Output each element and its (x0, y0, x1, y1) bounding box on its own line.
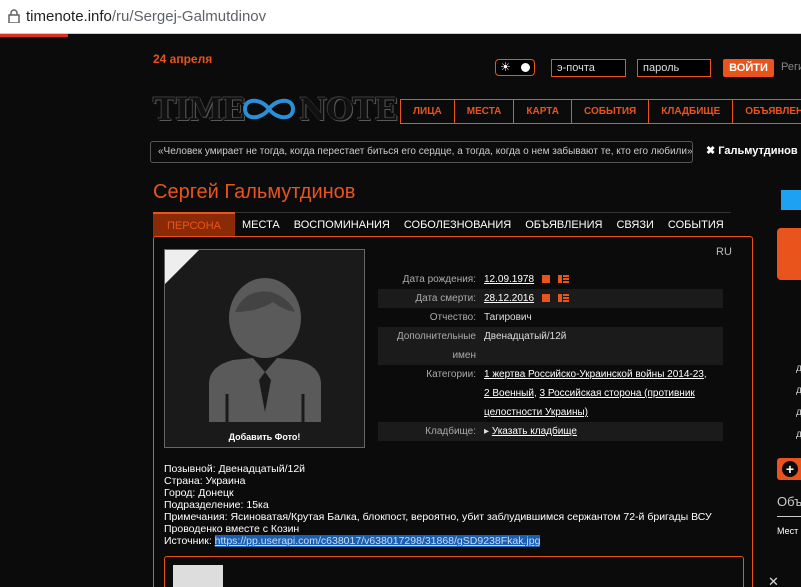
bio-country: Страна: Украина (164, 475, 246, 487)
photo-corner-ribbon (165, 250, 199, 284)
toggle-knob (521, 63, 530, 72)
extra-names-value: Двенадцатый/12й (484, 331, 567, 342)
death-label: Дата смерти: (415, 293, 476, 304)
person-silhouette-icon (209, 278, 321, 422)
tab-events[interactable]: СОБЫТИЯ (660, 212, 731, 237)
side-divider (777, 516, 801, 517)
password-field[interactable] (637, 59, 711, 77)
nav-places[interactable]: МЕСТА (455, 100, 515, 123)
theme-toggle[interactable]: ☀ (495, 59, 535, 76)
photo-placeholder[interactable]: Добавить Фото! (164, 249, 365, 448)
bio-city: Город: Донецк (164, 487, 234, 499)
category-separator: , (703, 369, 707, 380)
death-date-link[interactable]: 28.12.2016 (484, 293, 534, 304)
current-date: 24 апреля (153, 52, 213, 66)
bio-notes: Примечания: Ясиноватая/Крутая Балка, бло… (164, 511, 712, 523)
person-tag-chip[interactable]: ✖ Гальмутдинов С (706, 144, 801, 157)
calendar-icon[interactable] (542, 275, 551, 284)
tab-memories[interactable]: ВОСПОМИНАНИЯ (286, 212, 397, 237)
contact-card-icon[interactable] (558, 294, 570, 303)
register-link[interactable]: Реги (781, 61, 801, 73)
category-separator: , (533, 388, 537, 399)
email-field[interactable] (551, 59, 626, 77)
nav-people[interactable]: ЛИЦА (401, 100, 455, 123)
tab-links[interactable]: СВЯЗИ (609, 212, 661, 237)
main-nav: ЛИЦА МЕСТА КАРТА СОБЫТИЯ КЛАДБИЩЕ ОБЪЯВЛ… (400, 99, 801, 124)
bio-source-link[interactable]: https://pp.userapi.com/c638017/v63801729… (214, 535, 541, 547)
page-title: Сергей Гальмутдинов (153, 181, 356, 203)
logo-text-time: TIME (153, 92, 246, 128)
timenote-logo[interactable]: TIME NOTE (153, 92, 398, 128)
tab-condolences[interactable]: СОБОЛЕЗНОВАНИЯ (396, 212, 519, 237)
nav-ads[interactable]: ОБЪЯВЛЕНИЯ (733, 100, 801, 123)
info-row-cemetery: Кладбище: ▸ Указать кладбище (378, 422, 723, 441)
candle-widget-icon[interactable] (777, 228, 801, 280)
add-icon[interactable]: + (777, 458, 801, 480)
bio-unit: Подразделение: 15ка (164, 499, 269, 511)
bio-callsign: Позывной: Двенадцатый/12й (164, 463, 306, 475)
nav-cemetery[interactable]: КЛАДБИЩЕ (649, 100, 734, 123)
patronymic-value: Тагирович (484, 312, 532, 323)
close-icon[interactable]: ✕ (768, 574, 779, 587)
categories-label: Категории: (426, 369, 476, 380)
tab-places[interactable]: МЕСТА (235, 212, 287, 237)
birth-label: Дата рождения: (402, 274, 476, 285)
logo-text-note: NOTE (299, 92, 398, 128)
side-list-fragment: дддд (796, 363, 801, 440)
contact-card-icon[interactable] (558, 275, 570, 284)
person-info-table: Дата рождения: 12.09.1978 Дата смерти: 2… (378, 270, 723, 441)
category-link-1[interactable]: 1 жертва Российско-Украинской войны 2014… (484, 369, 704, 380)
calendar-icon[interactable] (542, 294, 551, 303)
birth-date-link[interactable]: 12.09.1978 (484, 274, 534, 285)
tab-ads[interactable]: ОБЪЯВЛЕНИЯ (518, 212, 610, 237)
infinity-icon (242, 98, 296, 120)
side-heading: Объ (777, 494, 801, 509)
person-tabs: ПЕРСОНА МЕСТА ВОСПОМИНАНИЯ СОБОЛЕЗНОВАНИ… (153, 212, 731, 237)
info-row-categories: Категории: 1 жертва Российско-Украинской… (378, 365, 723, 422)
info-row-patronymic: Отчество: Тагирович (378, 308, 723, 327)
nav-map[interactable]: КАРТА (514, 100, 572, 123)
language-label[interactable]: RU (716, 246, 732, 258)
info-row-death: Дата смерти: 28.12.2016 (378, 289, 723, 308)
address-url[interactable]: timenote.info/ru/Sergej-Galmutdinov (26, 8, 266, 25)
url-path: /ru/Sergej-Galmutdinov (111, 8, 267, 25)
tab-person[interactable]: ПЕРСОНА (153, 212, 235, 237)
browser-address-bar[interactable]: timenote.info/ru/Sergej-Galmutdinov (0, 0, 801, 34)
info-row-extra-names: Дополнительные имен Двенадцатый/12й (378, 327, 723, 365)
avatar (173, 565, 223, 587)
extra-names-label: Дополнительные имен (396, 331, 476, 361)
info-row-birth: Дата рождения: 12.09.1978 (378, 270, 723, 289)
cemetery-label: Кладбище: (425, 426, 476, 437)
tab-accent-strip (0, 34, 68, 37)
nav-events[interactable]: СОБЫТИЯ (572, 100, 650, 123)
twitter-icon[interactable] (781, 190, 801, 210)
person-bio: Позывной: Двенадцатый/12й Страна: Украин… (164, 463, 712, 547)
side-places-label: Мест (777, 526, 799, 536)
lock-icon (8, 9, 20, 23)
patronymic-label: Отчество: (429, 312, 476, 323)
memorial-quote: «Человек умирает не тогда, когда переста… (150, 141, 693, 163)
sun-icon: ☀ (500, 60, 511, 74)
url-host: timenote.info (26, 8, 112, 25)
memory-subpanel (164, 556, 744, 587)
set-cemetery-link[interactable]: Указать кладбище (492, 426, 577, 437)
login-button[interactable]: ВОЙТИ (723, 59, 774, 77)
bio-source-label: Источник: (164, 535, 212, 547)
category-link-2[interactable]: 2 Военный (484, 388, 534, 399)
add-photo-label[interactable]: Добавить Фото! (165, 432, 364, 442)
bio-with: Проводенко вместе с Козин (164, 523, 300, 535)
